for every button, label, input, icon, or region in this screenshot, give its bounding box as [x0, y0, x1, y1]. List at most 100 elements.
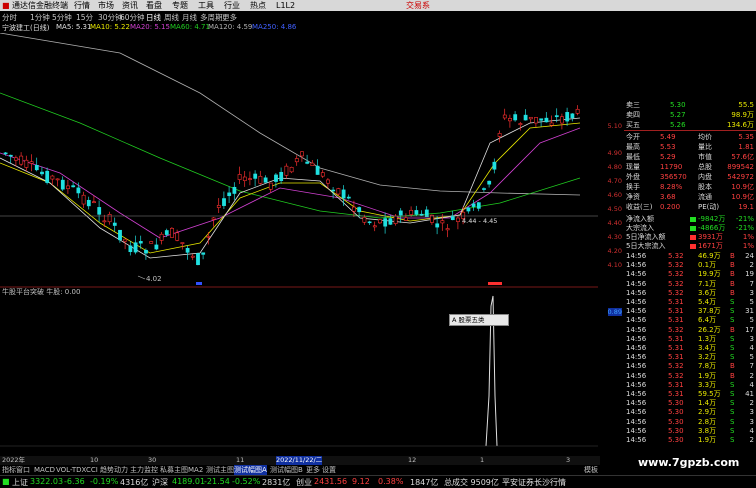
period-tab-week[interactable]: 周线: [164, 12, 179, 23]
tick-side: S: [730, 426, 735, 435]
candlestick-chart[interactable]: 4.02 4.44 - 4.45: [0, 33, 598, 285]
tick-price: 5.32: [668, 325, 684, 334]
quote-field-label2: 市值: [698, 153, 712, 161]
period-tab-30min[interactable]: 30分钟: [98, 12, 123, 23]
tick-volume: 59.5万: [698, 390, 721, 398]
period-tab-month[interactable]: 月线: [182, 12, 197, 23]
tick-time: 14:56: [626, 270, 647, 279]
candle-body: [315, 165, 320, 175]
quote-field-value: 356570: [660, 173, 687, 181]
time-label: 10: [90, 456, 99, 464]
index-hs-label[interactable]: 沪深: [152, 477, 168, 488]
quote-field-value: 0.200: [660, 203, 681, 211]
candle-body: [55, 178, 60, 181]
tick-count: 7: [749, 279, 754, 288]
y-tick: 4.80: [607, 163, 622, 171]
template-tab[interactable]: 模板: [584, 465, 598, 475]
tick-time: 14:56: [626, 362, 647, 371]
menu-item-watch[interactable]: 看盘: [146, 0, 162, 11]
index-sh-amt: 4316亿: [120, 478, 149, 487]
event-marker-blue[interactable]: [196, 282, 202, 285]
quote-field-value2: 57.6亿: [731, 153, 754, 161]
indicator-tab[interactable]: 设置: [322, 465, 336, 475]
indicator-tab[interactable]: 测试幅图B: [270, 465, 303, 475]
period-tab-60min[interactable]: 60分钟: [120, 12, 145, 23]
indicator-tab[interactable]: VOL-TDX: [56, 465, 86, 475]
candle-body: [398, 210, 403, 216]
menu-item-industry[interactable]: 行业: [224, 0, 240, 11]
tick-side: B: [730, 279, 735, 288]
ma5-label: MA5: 5.31: [56, 23, 92, 31]
candle-body: [523, 114, 528, 121]
menu-item-hot[interactable]: 热点: [250, 0, 266, 11]
tick-count: 3: [749, 334, 754, 343]
quote-row: 买五 5.26 134.6万: [624, 120, 756, 130]
tick-price: 5.31: [668, 316, 684, 325]
indicator-tab[interactable]: 主力监控: [130, 465, 158, 475]
index-sh-label[interactable]: 上证: [12, 477, 28, 488]
candle-body: [170, 228, 174, 238]
flow-value: 1671万: [698, 242, 723, 250]
ma-line: [0, 117, 581, 259]
indicator-tab[interactable]: 测试主图: [206, 465, 234, 475]
trade-button[interactable]: 交易系: [406, 0, 430, 11]
indicator-tab[interactable]: 更多: [306, 465, 320, 475]
tick-time: 14:56: [626, 353, 647, 362]
quote-field-label2: PE(动): [698, 203, 720, 211]
candle-body: [388, 218, 393, 225]
menu-item-market[interactable]: 行情: [74, 0, 90, 11]
menu-item-news[interactable]: 资讯: [122, 0, 138, 11]
tick-side: B: [730, 362, 735, 371]
tick-row: 14:56 5.31 3.2万 S 5: [624, 353, 756, 362]
indicator-tab[interactable]: 指标: [2, 465, 16, 475]
index-cy-label[interactable]: 创业: [296, 477, 312, 488]
tick-side: B: [730, 325, 735, 334]
candle-body: [492, 161, 497, 170]
quote-row: 最低 5.29 市值 57.6亿: [624, 152, 756, 162]
menu-item-tools[interactable]: 工具: [198, 0, 214, 11]
candle-body: [133, 242, 138, 253]
period-tab-multi[interactable]: 多周期: [200, 12, 223, 23]
tick-time: 14:56: [626, 417, 647, 426]
event-marker-red[interactable]: [488, 282, 502, 285]
menu-item-market2[interactable]: 市场: [98, 0, 114, 11]
indicator-tab[interactable]: 趋势动力: [100, 465, 128, 475]
period-tab-5min[interactable]: 5分钟: [52, 12, 72, 23]
stock-category-popup[interactable]: A 股票五类: [449, 314, 509, 326]
time-label: 11: [236, 456, 245, 464]
quote-row: 今开 5.49 均价 5.35: [624, 132, 756, 142]
tick-volume: 26.2万: [698, 325, 721, 334]
indicator-tab[interactable]: 私募主图: [160, 465, 188, 475]
period-tab-day[interactable]: 日线: [146, 12, 161, 23]
indicator-tab[interactable]: CCI: [86, 465, 98, 475]
tick-volume: 5.4万: [698, 298, 717, 306]
candle-body: [554, 115, 559, 118]
quote-level-price: 5.30: [670, 101, 686, 109]
candle-body: [372, 225, 377, 228]
tick-volume: 2.8万: [698, 417, 717, 426]
indicator-tab[interactable]: MA2: [188, 465, 203, 475]
ma-line: [0, 92, 581, 219]
broker-label: 平安证券长沙行情: [502, 478, 566, 487]
menu-item-l1l2[interactable]: L1L2: [276, 0, 295, 11]
candle-body: [476, 202, 481, 209]
menu-item-topics[interactable]: 专题: [172, 0, 188, 11]
tick-side: B: [730, 270, 735, 279]
tick-volume: 6.4万: [698, 316, 717, 325]
ma10-label: MA10: 5.22: [90, 23, 130, 31]
candle-body: [112, 222, 117, 226]
tick-side: B: [730, 252, 735, 260]
candle-body: [76, 187, 81, 194]
period-tab-1min[interactable]: 1分钟: [30, 12, 50, 23]
period-tab-more[interactable]: 更多: [222, 12, 237, 23]
sub-indicator-chart[interactable]: 牛股平台突破 牛股: 0.00: [0, 286, 598, 456]
period-tab-intraday[interactable]: 分时: [2, 12, 17, 23]
indicator-tab[interactable]: 窗口: [16, 465, 30, 475]
candle-body: [258, 175, 263, 184]
tick-time: 14:56: [626, 390, 647, 398]
indicator-tab[interactable]: 测试幅图A: [234, 465, 267, 475]
indicator-tab[interactable]: MACD: [34, 465, 55, 475]
tick-time: 14:56: [626, 325, 647, 334]
period-tab-15min[interactable]: 15分: [76, 12, 93, 23]
quote-field-value: 8.28%: [660, 183, 683, 191]
